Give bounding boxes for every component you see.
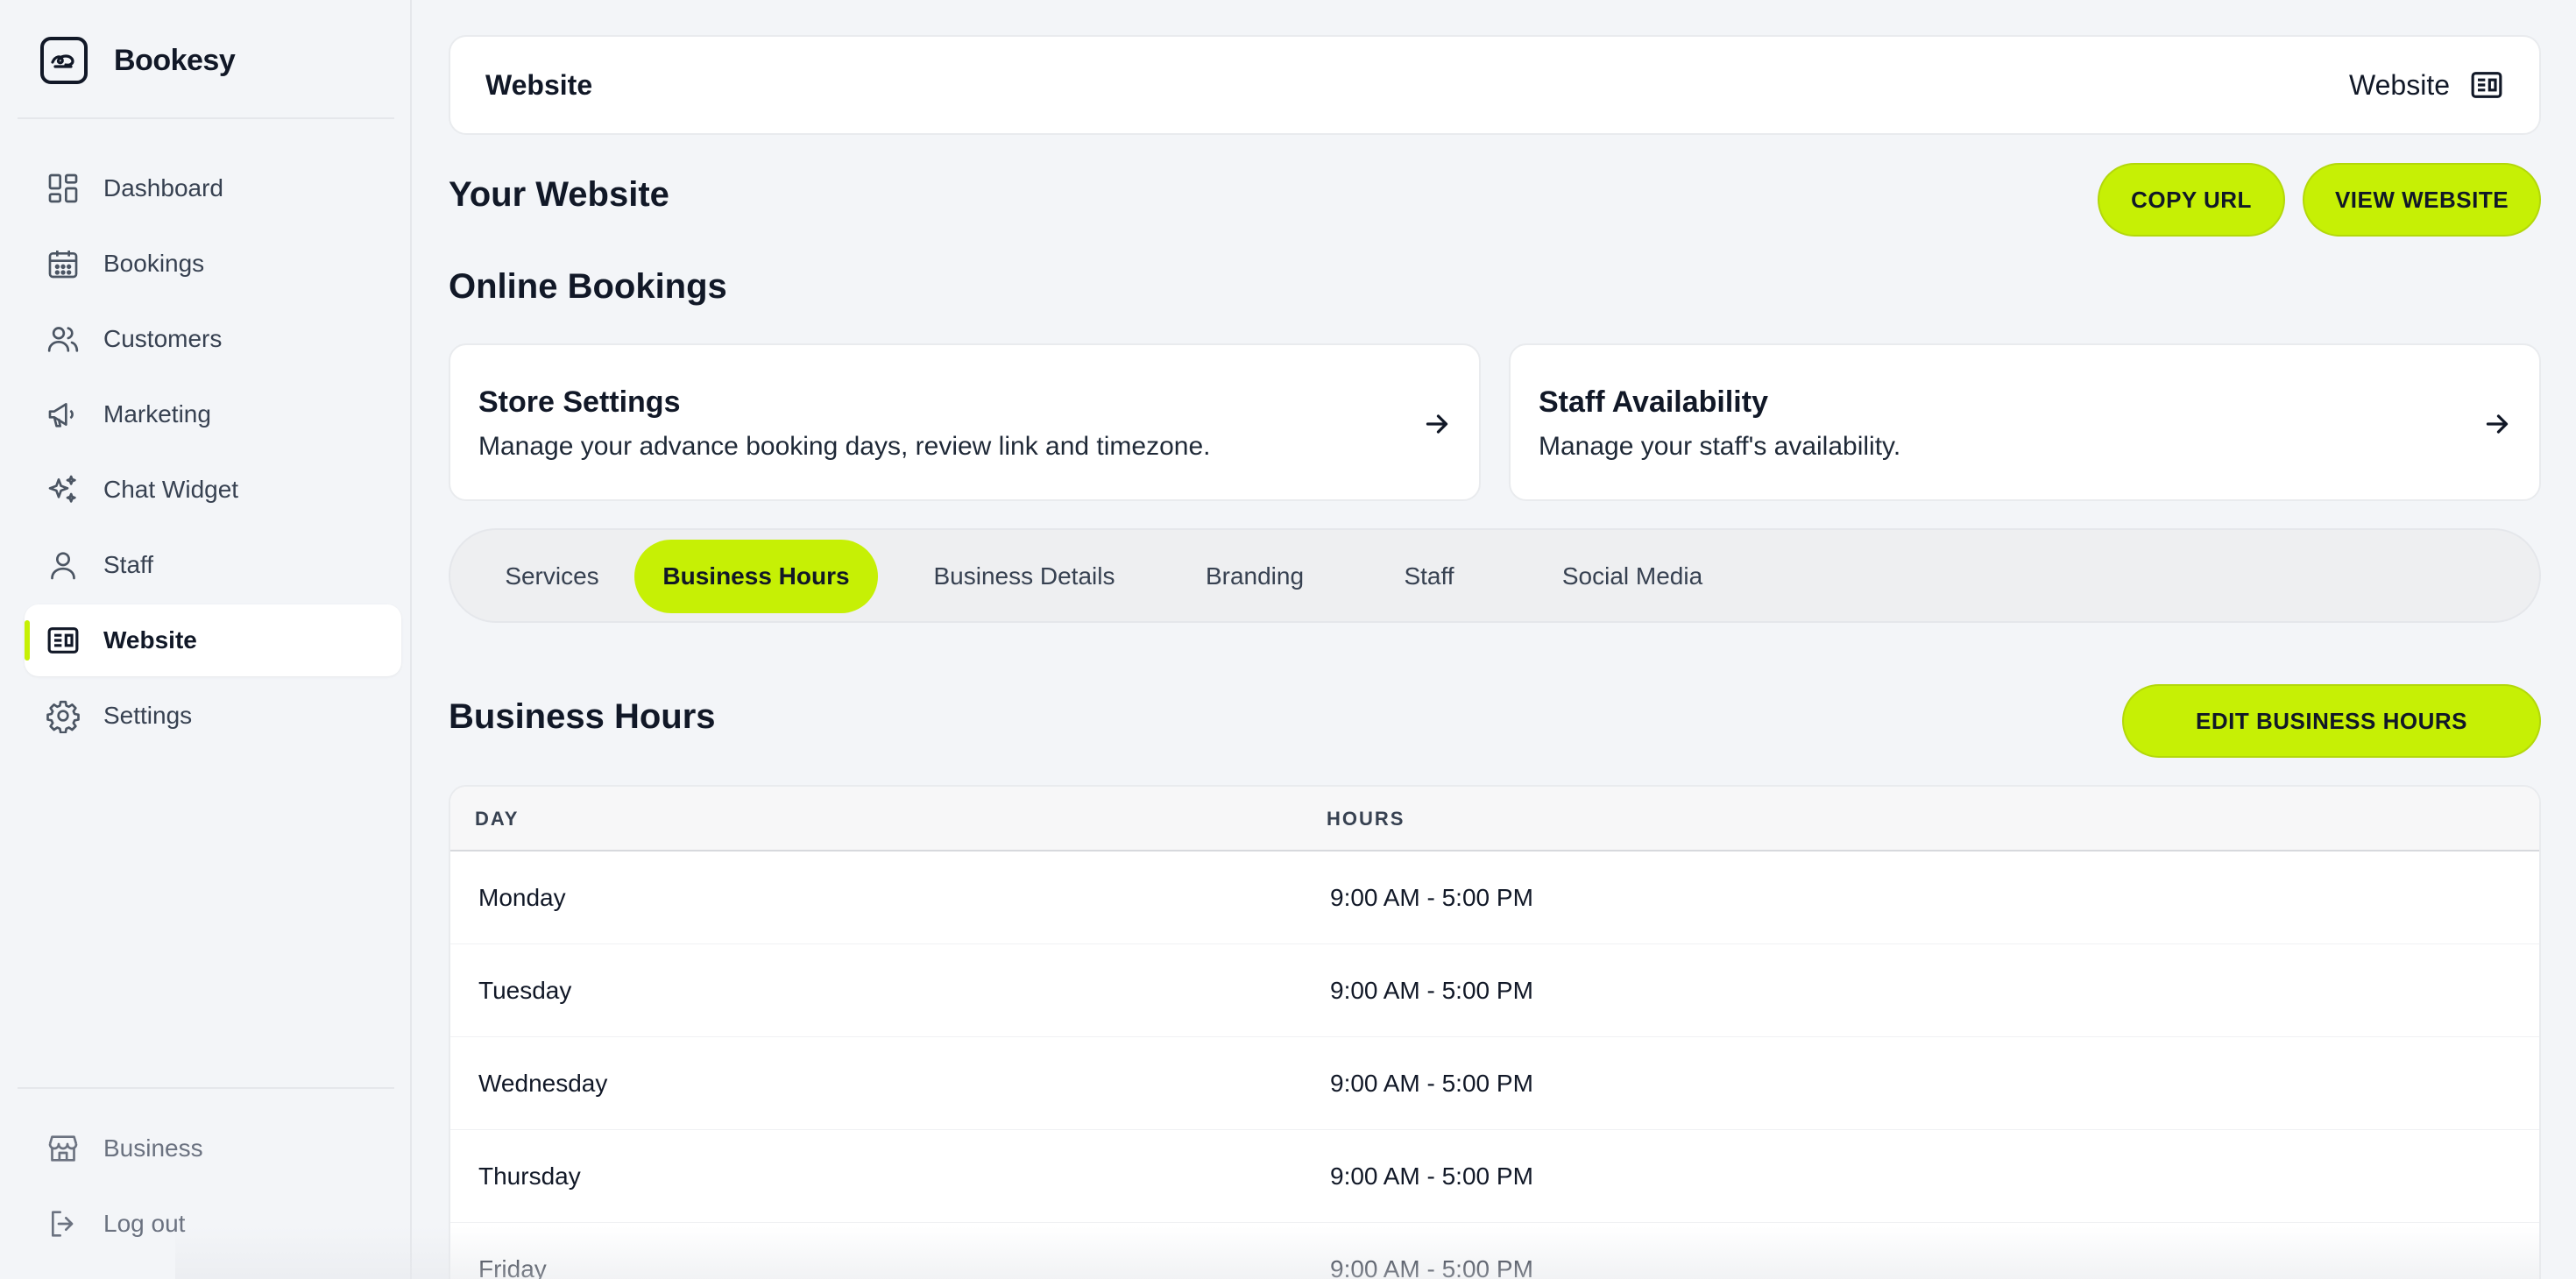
tab-services[interactable]: Services (468, 540, 636, 613)
sidebar-item-label: Marketing (103, 400, 211, 428)
card-description: Manage your advance booking days, review… (478, 432, 1211, 461)
sidebar-item-label: Staff (103, 551, 154, 578)
column-header-hours[interactable]: HOURS (1327, 808, 1405, 830)
tab-business-hours[interactable]: Business Hours (634, 540, 878, 613)
card-title: Store Settings (478, 385, 681, 419)
sidebar-item-label: Dashboard (103, 174, 223, 201)
sidebar-item-website[interactable]: Website (25, 604, 401, 676)
day-cell: Friday (478, 1255, 547, 1279)
sidebar-item-label: Settings (103, 702, 193, 729)
bookesy-logo-icon (40, 37, 88, 84)
edit-business-hours-button[interactable]: EDIT BUSINESS HOURS (2122, 684, 2541, 758)
calendar-icon (48, 251, 78, 279)
day-cell: Thursday (478, 1162, 581, 1190)
column-header-day[interactable]: DAY (475, 808, 519, 830)
sidebar-item-label: Chat Widget (103, 476, 239, 503)
day-cell: Monday (478, 884, 566, 911)
newspaper-icon (47, 627, 79, 654)
sidebar-item-customers[interactable]: Customers (25, 303, 401, 375)
store-settings-card[interactable]: Store Settings Manage your advance booki… (449, 343, 1481, 501)
logout-icon (52, 1211, 74, 1237)
newspaper-icon (2471, 72, 2502, 98)
tab-business-details[interactable]: Business Details (894, 540, 1155, 613)
gear-icon (46, 700, 80, 733)
tab-branding[interactable]: Branding (1169, 540, 1341, 613)
hours-cell: 9:00 AM - 5:00 PM (1330, 1162, 1533, 1190)
business-hours-heading: Business Hours (449, 697, 716, 736)
user-icon (51, 552, 75, 580)
sidebar-item-logout[interactable]: Log out (25, 1188, 401, 1260)
sidebar-bottom: Business Log out (25, 1113, 401, 1263)
table-row: Monday 9:00 AM - 5:00 PM (450, 851, 2539, 944)
sidebar-divider-top (18, 117, 394, 119)
business-hours-table: DAY HOURS Monday 9:00 AM - 5:00 PM Tuesd… (449, 785, 2541, 1279)
website-tabs: Services Business Hours Business Details… (449, 528, 2541, 623)
topbar-right-label: Website (2348, 68, 2450, 101)
table-row: Friday 9:00 AM - 5:00 PM (450, 1223, 2539, 1279)
tab-staff[interactable]: Staff (1356, 540, 1502, 613)
arrow-right-icon (2486, 414, 2509, 434)
card-description: Manage your staff's availability. (1539, 432, 1901, 461)
table-row: Tuesday 9:00 AM - 5:00 PM (450, 944, 2539, 1037)
view-website-button[interactable]: VIEW WEBSITE (2303, 163, 2541, 237)
top-bar: Website Website (449, 35, 2541, 135)
sidebar-item-bookings[interactable]: Bookings (25, 228, 401, 300)
arrow-right-icon (1426, 414, 1448, 434)
sidebar-item-label: Customers (103, 325, 223, 352)
sidebar-divider-bottom (18, 1087, 394, 1089)
online-bookings-heading: Online Bookings (449, 267, 727, 306)
sidebar: Bookesy Dashboard Bookings Customers Mar… (0, 0, 412, 1279)
hours-cell: 9:00 AM - 5:00 PM (1330, 1255, 1533, 1279)
sidebar-item-settings[interactable]: Settings (25, 680, 401, 752)
table-row: Wednesday 9:00 AM - 5:00 PM (450, 1037, 2539, 1130)
tab-social-media[interactable]: Social Media (1516, 540, 1749, 613)
day-cell: Wednesday (478, 1070, 608, 1097)
sidebar-item-label: Website (103, 626, 197, 654)
sidebar-item-label: Bookings (103, 250, 205, 277)
dashboard-icon (48, 173, 78, 203)
sidebar-item-marketing[interactable]: Marketing (25, 378, 401, 450)
sidebar-item-dashboard[interactable]: Dashboard (25, 152, 401, 224)
table-header: DAY HOURS (450, 787, 2539, 851)
brand-name: Bookesy (114, 43, 236, 77)
brand[interactable]: Bookesy (40, 37, 236, 84)
sparkles-icon (48, 475, 76, 503)
topbar-website-link[interactable]: Website (2349, 67, 2504, 102)
sidebar-item-chat-widget[interactable]: Chat Widget (25, 454, 401, 526)
sidebar-item-business[interactable]: Business (25, 1113, 401, 1184)
hours-cell: 9:00 AM - 5:00 PM (1330, 1070, 1533, 1097)
sidebar-item-label: Log out (103, 1210, 186, 1237)
sidebar-nav: Dashboard Bookings Customers Marketing C… (25, 152, 401, 755)
day-cell: Tuesday (478, 977, 572, 1004)
card-title: Staff Availability (1539, 385, 1768, 419)
staff-availability-card[interactable]: Staff Availability Manage your staff's a… (1509, 343, 2541, 501)
table-row: Thursday 9:00 AM - 5:00 PM (450, 1130, 2539, 1223)
sidebar-item-label: Business (103, 1134, 203, 1162)
sidebar-item-staff[interactable]: Staff (25, 529, 401, 601)
megaphone-icon (48, 403, 74, 428)
hours-cell: 9:00 AM - 5:00 PM (1330, 977, 1533, 1004)
users-icon (47, 327, 79, 352)
topbar-title: Website (485, 68, 593, 101)
store-icon (48, 1135, 78, 1162)
hours-cell: 9:00 AM - 5:00 PM (1330, 884, 1533, 911)
page-title: Your Website (449, 175, 669, 214)
copy-url-button[interactable]: COPY URL (2098, 163, 2285, 237)
